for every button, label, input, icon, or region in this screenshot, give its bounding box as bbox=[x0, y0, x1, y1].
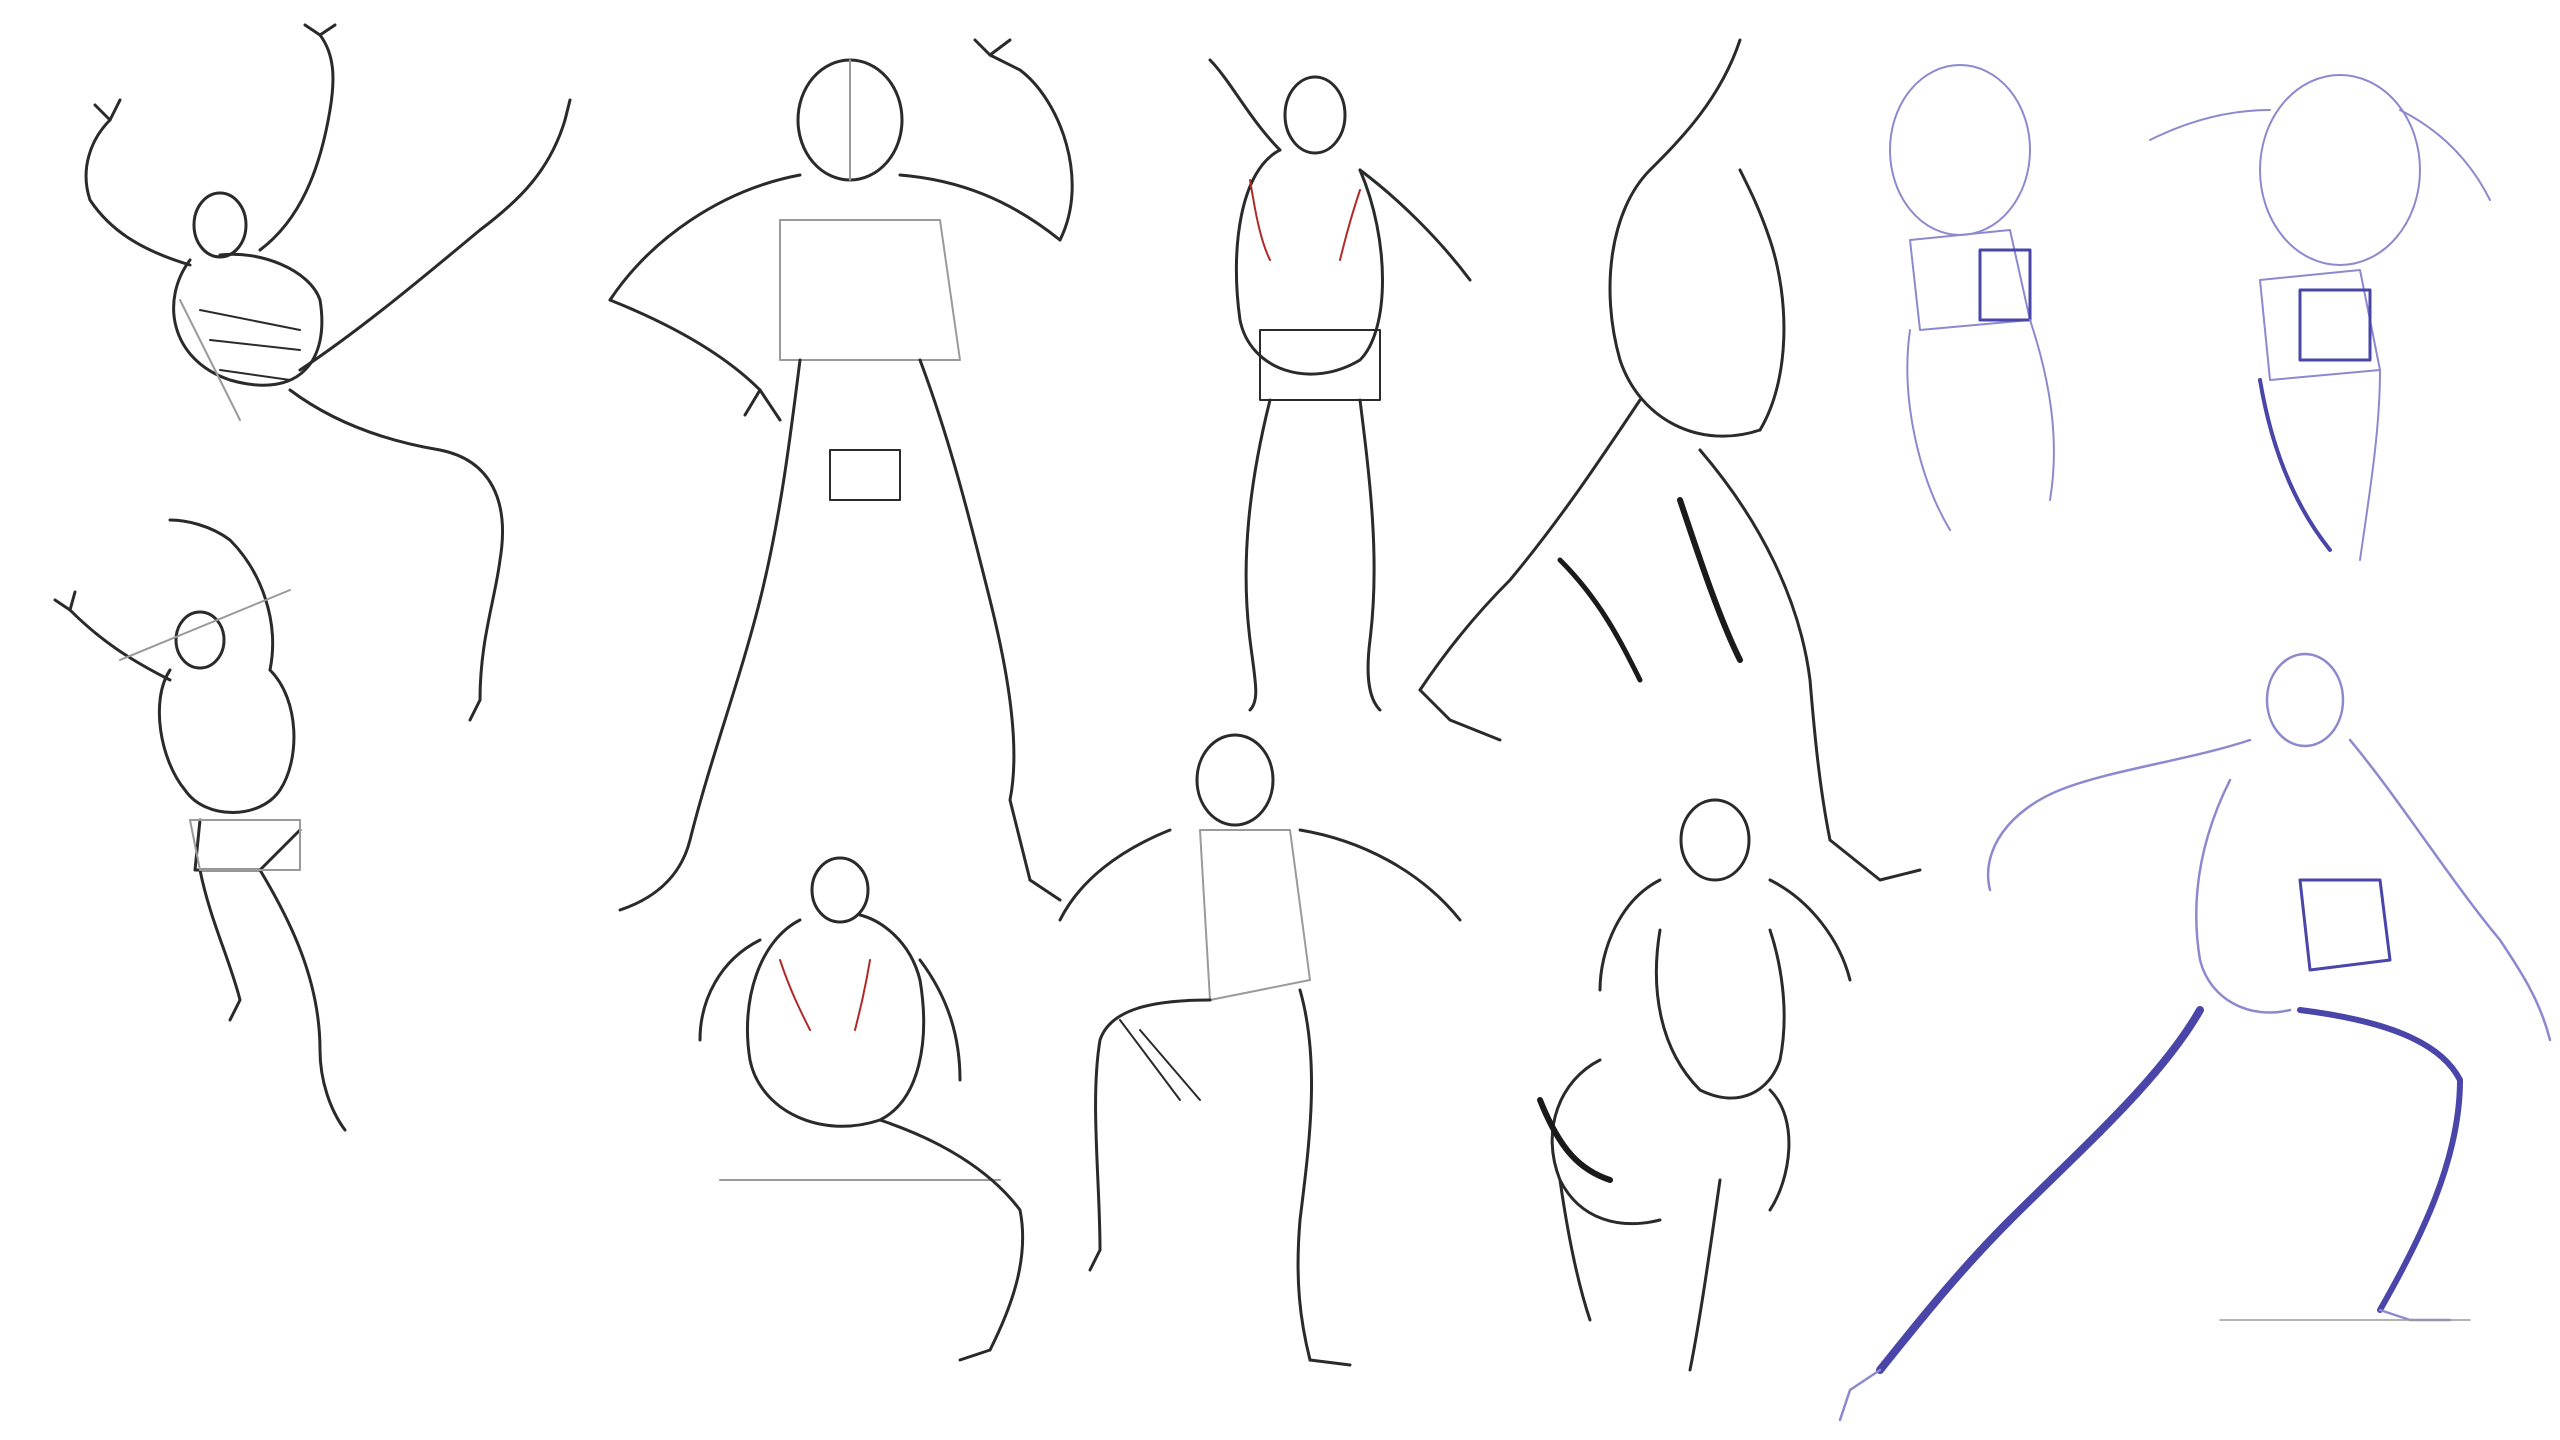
figure-wide-stance-front bbox=[608, 38, 1074, 912]
figure-blue-lunging-large bbox=[1838, 652, 2552, 1422]
figure-crouching-front-center bbox=[1058, 733, 1462, 1367]
figure-leaping-top-left bbox=[84, 23, 572, 722]
figure-back-standing-center bbox=[1208, 58, 1472, 712]
sketch-sheet bbox=[0, 0, 2560, 1440]
figure-blue-torso-study-2 bbox=[2149, 74, 2491, 561]
figure-blue-torso-study-1 bbox=[1889, 64, 2055, 531]
figure-sketches bbox=[53, 23, 2552, 1422]
figure-lunging-side bbox=[1418, 38, 1922, 882]
figure-back-reaching-left bbox=[53, 518, 347, 1132]
figure-seated-back bbox=[698, 856, 1025, 1362]
figure-squatting-front bbox=[1537, 798, 1852, 1372]
